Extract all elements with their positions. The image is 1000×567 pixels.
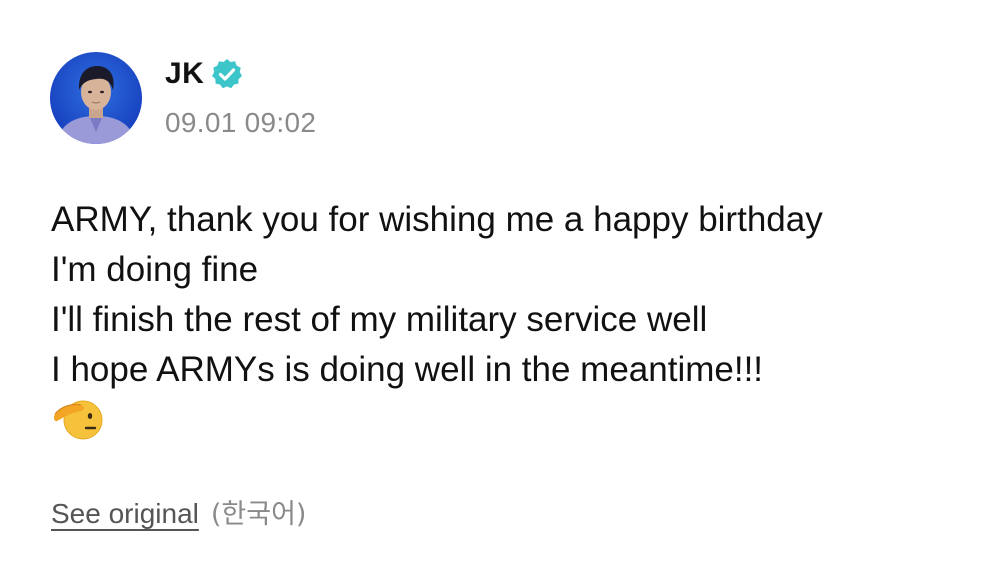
post-line-1: ARMY, thank you for wishing me a happy b… (51, 200, 823, 239)
see-original-link[interactable]: See original (51, 498, 199, 530)
post-body: ARMY, thank you for wishing me a happy b… (51, 195, 951, 395)
saluting-face-emoji-icon (53, 395, 105, 441)
post-line-2: I'm doing fine (51, 250, 259, 289)
post-line-3: I'll finish the rest of my military serv… (51, 300, 708, 339)
author-avatar[interactable] (50, 52, 142, 144)
author-name[interactable]: JK (165, 57, 204, 91)
original-language-label: (한국어) (210, 499, 307, 530)
post-timestamp: 09.01 09:02 (165, 107, 317, 138)
post-line-4: I hope ARMYs is doing well in the meanti… (51, 350, 764, 389)
author-row: JK (165, 56, 244, 92)
translation-row: See original (한국어) (51, 492, 306, 531)
post-card: JK 09.01 09:02 ARMY, thank you for wishi… (0, 0, 1000, 567)
verified-badge-icon (210, 57, 244, 91)
